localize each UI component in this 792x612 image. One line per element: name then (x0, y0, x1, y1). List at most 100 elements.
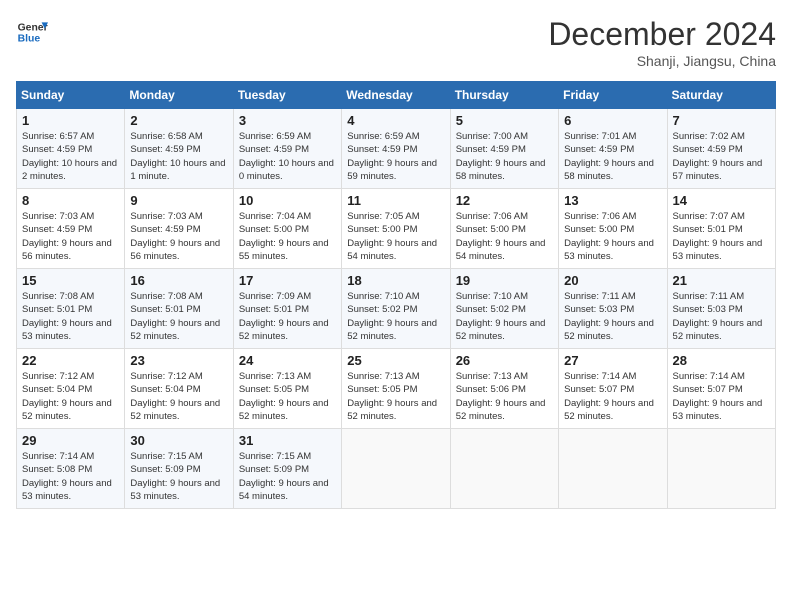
calendar-cell: 21 Sunrise: 7:11 AMSunset: 5:03 PMDayligh… (667, 269, 775, 349)
page-header: General Blue December 2024 Shanji, Jiang… (16, 16, 776, 69)
day-info: Sunrise: 7:12 AMSunset: 5:04 PMDaylight:… (22, 370, 119, 423)
day-number: 17 (239, 273, 336, 288)
day-info: Sunrise: 7:09 AMSunset: 5:01 PMDaylight:… (239, 290, 336, 343)
calendar-cell: 29 Sunrise: 7:14 AMSunset: 5:08 PMDayligh… (17, 429, 125, 509)
calendar-week-row: 8 Sunrise: 7:03 AMSunset: 4:59 PMDaylight… (17, 189, 776, 269)
calendar-cell: 27 Sunrise: 7:14 AMSunset: 5:07 PMDayligh… (559, 349, 667, 429)
title-block: December 2024 Shanji, Jiangsu, China (548, 16, 776, 69)
calendar-body: 1Sunrise: 6:57 AMSunset: 4:59 PMDaylight… (17, 109, 776, 509)
calendar-cell: 25 Sunrise: 7:13 AMSunset: 5:05 PMDayligh… (342, 349, 450, 429)
day-info: Sunrise: 7:08 AMSunset: 5:01 PMDaylight:… (22, 290, 119, 343)
day-info: Sunrise: 7:13 AMSunset: 5:05 PMDaylight:… (239, 370, 336, 423)
day-number: 18 (347, 273, 444, 288)
day-info: Sunrise: 7:07 AMSunset: 5:01 PMDaylight:… (673, 210, 770, 263)
day-info: Sunrise: 7:14 AMSunset: 5:07 PMDaylight:… (564, 370, 661, 423)
calendar-day-header: Sunday (17, 82, 125, 109)
calendar-day-header: Friday (559, 82, 667, 109)
day-number: 11 (347, 193, 444, 208)
calendar-cell: 16Sunrise: 7:08 AMSunset: 5:01 PMDayligh… (125, 269, 233, 349)
calendar-cell: 31 Sunrise: 7:15 AMSunset: 5:09 PMDayligh… (233, 429, 341, 509)
day-number: 25 (347, 353, 444, 368)
calendar-cell: 19 Sunrise: 7:10 AMSunset: 5:02 PMDayligh… (450, 269, 558, 349)
day-number: 23 (130, 353, 227, 368)
calendar-cell: 3 Sunrise: 6:59 AMSunset: 4:59 PMDaylight… (233, 109, 341, 189)
day-info: Sunrise: 7:04 AMSunset: 5:00 PMDaylight:… (239, 210, 336, 263)
day-info: Sunrise: 7:10 AMSunset: 5:02 PMDaylight:… (456, 290, 553, 343)
day-number: 30 (130, 433, 227, 448)
calendar-day-header: Wednesday (342, 82, 450, 109)
day-info: Sunrise: 7:01 AMSunset: 4:59 PMDaylight:… (564, 130, 661, 183)
calendar-week-row: 22Sunrise: 7:12 AMSunset: 5:04 PMDayligh… (17, 349, 776, 429)
day-number: 14 (673, 193, 770, 208)
calendar-cell: 1Sunrise: 6:57 AMSunset: 4:59 PMDaylight… (17, 109, 125, 189)
day-info: Sunrise: 7:02 AMSunset: 4:59 PMDaylight:… (673, 130, 770, 183)
day-number: 2 (130, 113, 227, 128)
calendar-cell: 24 Sunrise: 7:13 AMSunset: 5:05 PMDayligh… (233, 349, 341, 429)
calendar-table: SundayMondayTuesdayWednesdayThursdayFrid… (16, 81, 776, 509)
day-info: Sunrise: 7:10 AMSunset: 5:02 PMDaylight:… (347, 290, 444, 343)
day-number: 28 (673, 353, 770, 368)
day-number: 20 (564, 273, 661, 288)
day-number: 4 (347, 113, 444, 128)
calendar-day-header: Monday (125, 82, 233, 109)
calendar-cell: 10Sunrise: 7:04 AMSunset: 5:00 PMDayligh… (233, 189, 341, 269)
day-info: Sunrise: 7:14 AMSunset: 5:07 PMDaylight:… (673, 370, 770, 423)
day-info: Sunrise: 7:06 AMSunset: 5:00 PMDaylight:… (564, 210, 661, 263)
day-info: Sunrise: 6:59 AMSunset: 4:59 PMDaylight:… (239, 130, 336, 183)
day-number: 13 (564, 193, 661, 208)
day-info: Sunrise: 7:03 AMSunset: 4:59 PMDaylight:… (130, 210, 227, 263)
day-number: 7 (673, 113, 770, 128)
day-info: Sunrise: 6:58 AMSunset: 4:59 PMDaylight:… (130, 130, 227, 183)
day-info: Sunrise: 7:03 AMSunset: 4:59 PMDaylight:… (22, 210, 119, 263)
calendar-cell: 14 Sunrise: 7:07 AMSunset: 5:01 PMDayligh… (667, 189, 775, 269)
day-info: Sunrise: 7:06 AMSunset: 5:00 PMDaylight:… (456, 210, 553, 263)
calendar-header-row: SundayMondayTuesdayWednesdayThursdayFrid… (17, 82, 776, 109)
svg-text:Blue: Blue (18, 34, 41, 45)
calendar-cell: 4 Sunrise: 6:59 AMSunset: 4:59 PMDaylight… (342, 109, 450, 189)
calendar-week-row: 29 Sunrise: 7:14 AMSunset: 5:08 PMDayligh… (17, 429, 776, 509)
calendar-day-header: Thursday (450, 82, 558, 109)
day-number: 12 (456, 193, 553, 208)
calendar-cell: 2 Sunrise: 6:58 AMSunset: 4:59 PMDaylight… (125, 109, 233, 189)
calendar-day-header: Tuesday (233, 82, 341, 109)
calendar-day-header: Saturday (667, 82, 775, 109)
calendar-cell: 23 Sunrise: 7:12 AMSunset: 5:04 PMDayligh… (125, 349, 233, 429)
calendar-cell: 5Sunrise: 7:00 AMSunset: 4:59 PMDaylight… (450, 109, 558, 189)
day-info: Sunrise: 7:05 AMSunset: 5:00 PMDaylight:… (347, 210, 444, 263)
calendar-cell: 8 Sunrise: 7:03 AMSunset: 4:59 PMDaylight… (17, 189, 125, 269)
location-subtitle: Shanji, Jiangsu, China (548, 53, 776, 69)
day-number: 6 (564, 113, 661, 128)
day-info: Sunrise: 7:15 AMSunset: 5:09 PMDaylight:… (239, 450, 336, 503)
day-info: Sunrise: 7:12 AMSunset: 5:04 PMDaylight:… (130, 370, 227, 423)
calendar-week-row: 15Sunrise: 7:08 AMSunset: 5:01 PMDayligh… (17, 269, 776, 349)
logo-icon: General Blue (16, 16, 48, 48)
calendar-cell (667, 429, 775, 509)
month-title: December 2024 (548, 16, 776, 53)
day-number: 24 (239, 353, 336, 368)
calendar-cell: 17 Sunrise: 7:09 AMSunset: 5:01 PMDayligh… (233, 269, 341, 349)
day-info: Sunrise: 7:11 AMSunset: 5:03 PMDaylight:… (673, 290, 770, 343)
day-number: 27 (564, 353, 661, 368)
calendar-cell: 13 Sunrise: 7:06 AMSunset: 5:00 PMDayligh… (559, 189, 667, 269)
day-info: Sunrise: 7:13 AMSunset: 5:06 PMDaylight:… (456, 370, 553, 423)
calendar-cell: 26Sunrise: 7:13 AMSunset: 5:06 PMDayligh… (450, 349, 558, 429)
day-number: 1 (22, 113, 119, 128)
day-info: Sunrise: 7:11 AMSunset: 5:03 PMDaylight:… (564, 290, 661, 343)
day-number: 5 (456, 113, 553, 128)
day-info: Sunrise: 7:13 AMSunset: 5:05 PMDaylight:… (347, 370, 444, 423)
calendar-cell: 11 Sunrise: 7:05 AMSunset: 5:00 PMDayligh… (342, 189, 450, 269)
day-number: 3 (239, 113, 336, 128)
calendar-week-row: 1Sunrise: 6:57 AMSunset: 4:59 PMDaylight… (17, 109, 776, 189)
day-number: 19 (456, 273, 553, 288)
day-number: 21 (673, 273, 770, 288)
day-number: 9 (130, 193, 227, 208)
calendar-cell: 30Sunrise: 7:15 AMSunset: 5:09 PMDayligh… (125, 429, 233, 509)
day-number: 8 (22, 193, 119, 208)
logo: General Blue (16, 16, 48, 48)
calendar-cell: 9 Sunrise: 7:03 AMSunset: 4:59 PMDaylight… (125, 189, 233, 269)
day-info: Sunrise: 6:59 AMSunset: 4:59 PMDaylight:… (347, 130, 444, 183)
day-number: 29 (22, 433, 119, 448)
day-number: 16 (130, 273, 227, 288)
day-info: Sunrise: 7:14 AMSunset: 5:08 PMDaylight:… (22, 450, 119, 503)
day-number: 31 (239, 433, 336, 448)
